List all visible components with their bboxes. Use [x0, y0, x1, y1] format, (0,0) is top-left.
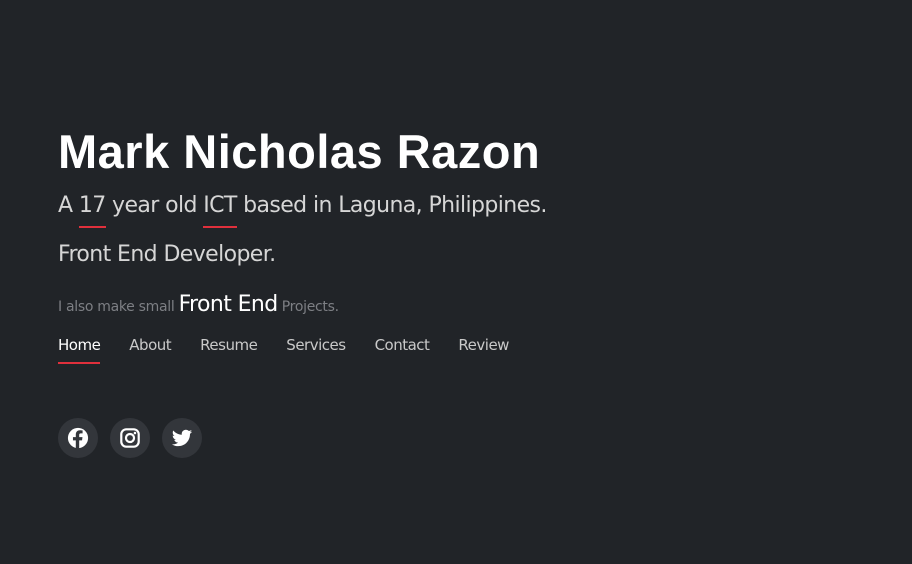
projects-suffix: Projects. — [277, 299, 339, 315]
twitter-icon — [171, 429, 193, 447]
projects-prefix: I also make small — [58, 299, 179, 315]
role-text: Front End Developer. — [58, 242, 276, 267]
nav-item-contact[interactable]: Contact — [375, 336, 430, 360]
tagline-prefix: A — [58, 193, 79, 218]
instagram-button[interactable] — [110, 418, 150, 458]
tagline: A 17 year old ICT based in Laguna, Phili… — [58, 192, 878, 228]
nav-item-services[interactable]: Services — [286, 336, 346, 360]
nav-item-about[interactable]: About — [129, 336, 171, 360]
twitter-button[interactable] — [162, 418, 202, 458]
projects-text: I also make small Front End Projects. — [58, 291, 878, 321]
social-links — [58, 418, 202, 458]
tagline-suffix: based in Laguna, Philippines. — [236, 193, 547, 218]
projects-highlight: Front End — [178, 292, 279, 317]
nav-item-resume[interactable]: Resume — [200, 336, 258, 360]
main-nav: Home About Resume Services Contact Revie… — [58, 336, 878, 364]
tagline-mid: year old — [105, 193, 204, 218]
instagram-icon — [120, 428, 140, 448]
tagline-age: 17 — [78, 193, 106, 228]
nav-item-review[interactable]: Review — [458, 336, 509, 360]
tagline-field: ICT — [203, 193, 237, 228]
facebook-icon — [67, 427, 89, 449]
hero-section: Mark Nicholas Razon A 17 year old ICT ba… — [58, 124, 878, 364]
nav-item-home[interactable]: Home — [58, 336, 101, 364]
page-title: Mark Nicholas Razon — [58, 125, 541, 178]
facebook-button[interactable] — [58, 418, 98, 458]
